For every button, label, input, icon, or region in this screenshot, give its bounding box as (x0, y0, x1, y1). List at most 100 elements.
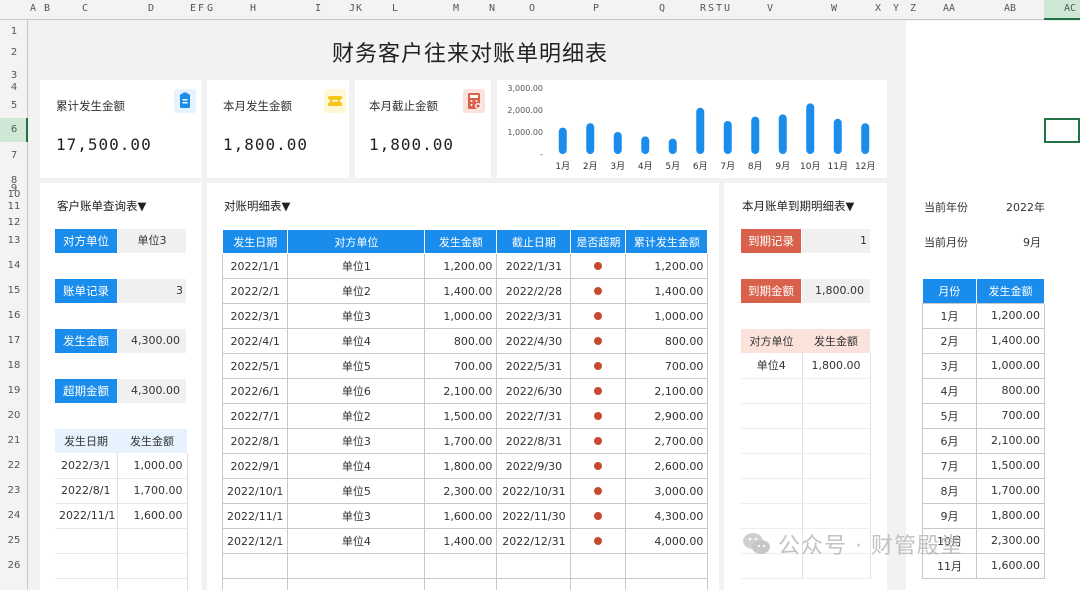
table-row[interactable]: 2022/5/1 单位5 700.00 2022/5/31 700.00 (221, 353, 709, 379)
bar-9月[interactable] (778, 114, 787, 154)
bar-8月[interactable] (751, 116, 760, 154)
col-p[interactable]: P (593, 3, 599, 14)
col-f[interactable]: F (198, 3, 204, 14)
table-row[interactable]: 2022/8/1 1,700.00 (55, 478, 188, 504)
row-20[interactable]: 20 (0, 410, 28, 421)
table-row[interactable]: 7月 1,500.00 (922, 452, 1045, 479)
bar-11月[interactable] (833, 118, 842, 154)
col-c[interactable]: C (82, 3, 88, 14)
row-22[interactable]: 22 (0, 460, 28, 471)
row-24[interactable]: 24 (0, 510, 28, 521)
col-t[interactable]: T (716, 3, 722, 14)
col-a[interactable]: A (30, 3, 36, 14)
bar-12月[interactable] (861, 123, 870, 154)
table-row[interactable] (741, 503, 871, 529)
row-26[interactable]: 26 (0, 560, 28, 571)
row-6[interactable]: 6 (0, 124, 28, 135)
table-row[interactable]: 2022/11/1 1,600.00 (55, 503, 188, 529)
bar-2月[interactable] (586, 123, 595, 154)
bar-1月[interactable] (558, 127, 567, 154)
table-row[interactable]: 4月 800.00 (922, 377, 1045, 404)
table-row[interactable]: 5月 700.00 (922, 402, 1045, 429)
col-i[interactable]: I (315, 3, 321, 14)
col-z[interactable]: Z (910, 3, 916, 14)
table-row[interactable]: 3月 1,000.00 (922, 352, 1045, 379)
table-row[interactable]: 2022/12/1 单位4 1,400.00 2022/12/31 4,000.00 (221, 528, 709, 554)
table-row[interactable]: 单位4 1,800.00 (741, 353, 871, 379)
table-row[interactable]: 2022/10/1 单位5 2,300.00 2022/10/31 3,000.00 (221, 478, 709, 504)
table-row[interactable] (741, 378, 871, 404)
table-row[interactable] (55, 553, 188, 579)
row-23[interactable]: 23 (0, 485, 28, 496)
row-2[interactable]: 2 (0, 47, 28, 58)
table-row[interactable]: 8月 1,700.00 (922, 477, 1045, 504)
table-row[interactable]: 6月 2,100.00 (922, 427, 1045, 454)
col-ab[interactable]: AB (1004, 3, 1016, 14)
col-w[interactable]: W (831, 3, 837, 14)
row-21[interactable]: 21 (0, 435, 28, 446)
table-row[interactable] (741, 453, 871, 479)
col-n[interactable]: N (489, 3, 495, 14)
row-7[interactable]: 7 (0, 150, 28, 161)
col-h[interactable]: H (250, 3, 256, 14)
row-13[interactable]: 13 (0, 235, 28, 246)
row-25[interactable]: 25 (0, 535, 28, 546)
table-row[interactable]: 1月 1,200.00 (922, 302, 1045, 329)
table-row[interactable]: 2022/2/1 单位2 1,400.00 2022/2/28 1,400.00 (221, 278, 709, 304)
col-q[interactable]: Q (659, 3, 665, 14)
active-cell[interactable] (1044, 118, 1080, 143)
bar-4月[interactable] (641, 136, 650, 154)
col-v[interactable]: V (767, 3, 773, 14)
table-row[interactable]: 2月 1,400.00 (922, 327, 1045, 354)
table-row[interactable]: 2022/9/1 单位4 1,800.00 2022/9/30 2,600.00 (221, 453, 709, 479)
table-row[interactable]: 2022/3/1 单位3 1,000.00 2022/3/31 1,000.00 (221, 303, 709, 329)
col-k[interactable]: K (356, 3, 362, 14)
table-row[interactable]: 9月 1,800.00 (922, 502, 1045, 529)
col-d[interactable]: D (148, 3, 154, 14)
col-y[interactable]: Y (893, 3, 899, 14)
bar-3月[interactable] (613, 132, 622, 154)
table-row[interactable]: 2022/4/1 单位4 800.00 2022/4/30 800.00 (221, 328, 709, 354)
table-row[interactable] (741, 403, 871, 429)
col-u[interactable]: U (724, 3, 730, 14)
bar-7月[interactable] (723, 121, 732, 154)
row-11[interactable]: 11 (0, 201, 28, 212)
row-18[interactable]: 18 (0, 360, 28, 371)
col-e[interactable]: E (190, 3, 196, 14)
table-row[interactable] (741, 478, 871, 504)
bar-6月[interactable] (696, 107, 705, 154)
table-row[interactable]: 2022/1/1 单位1 1,200.00 2022/1/31 1,200.00 (221, 253, 709, 279)
bar-5月[interactable] (668, 138, 677, 154)
col-m[interactable]: M (453, 3, 459, 14)
row-3[interactable]: 3 (0, 70, 28, 81)
row-1[interactable]: 1 (0, 26, 28, 37)
col-ac[interactable]: AC (1064, 3, 1076, 14)
table-row[interactable]: 2022/3/1 1,000.00 (55, 453, 188, 479)
col-x[interactable]: X (875, 3, 881, 14)
table-row[interactable] (55, 528, 188, 554)
table-row[interactable] (55, 578, 188, 590)
row-19[interactable]: 19 (0, 385, 28, 396)
row-12[interactable]: 12 (0, 217, 28, 228)
counterparty-select[interactable]: 单位3 (118, 229, 186, 253)
bar-10月[interactable] (806, 103, 815, 154)
table-row[interactable]: 2022/6/1 单位6 2,100.00 2022/6/30 2,100.00 (221, 378, 709, 404)
row-4[interactable]: 4 (0, 82, 28, 93)
row-17[interactable]: 17 (0, 335, 28, 346)
col-r[interactable]: R (700, 3, 706, 14)
col-g[interactable]: G (207, 3, 213, 14)
col-l[interactable]: L (392, 3, 398, 14)
col-b[interactable]: B (44, 3, 50, 14)
table-row[interactable] (221, 553, 709, 579)
row-5[interactable]: 5 (0, 100, 28, 111)
row-14[interactable]: 14 (0, 260, 28, 271)
table-row[interactable] (221, 578, 709, 590)
col-o[interactable]: O (529, 3, 535, 14)
row-10[interactable]: 10 (0, 189, 28, 200)
customer-query-dropdown[interactable]: 客户账单查询表▼ (57, 198, 146, 214)
row-16[interactable]: 16 (0, 310, 28, 321)
reconciliation-dropdown[interactable]: 对账明细表▼ (224, 198, 290, 214)
table-row[interactable]: 2022/8/1 单位3 1,700.00 2022/8/31 2,700.00 (221, 428, 709, 454)
row-15[interactable]: 15 (0, 285, 28, 296)
col-j[interactable]: J (349, 3, 355, 14)
